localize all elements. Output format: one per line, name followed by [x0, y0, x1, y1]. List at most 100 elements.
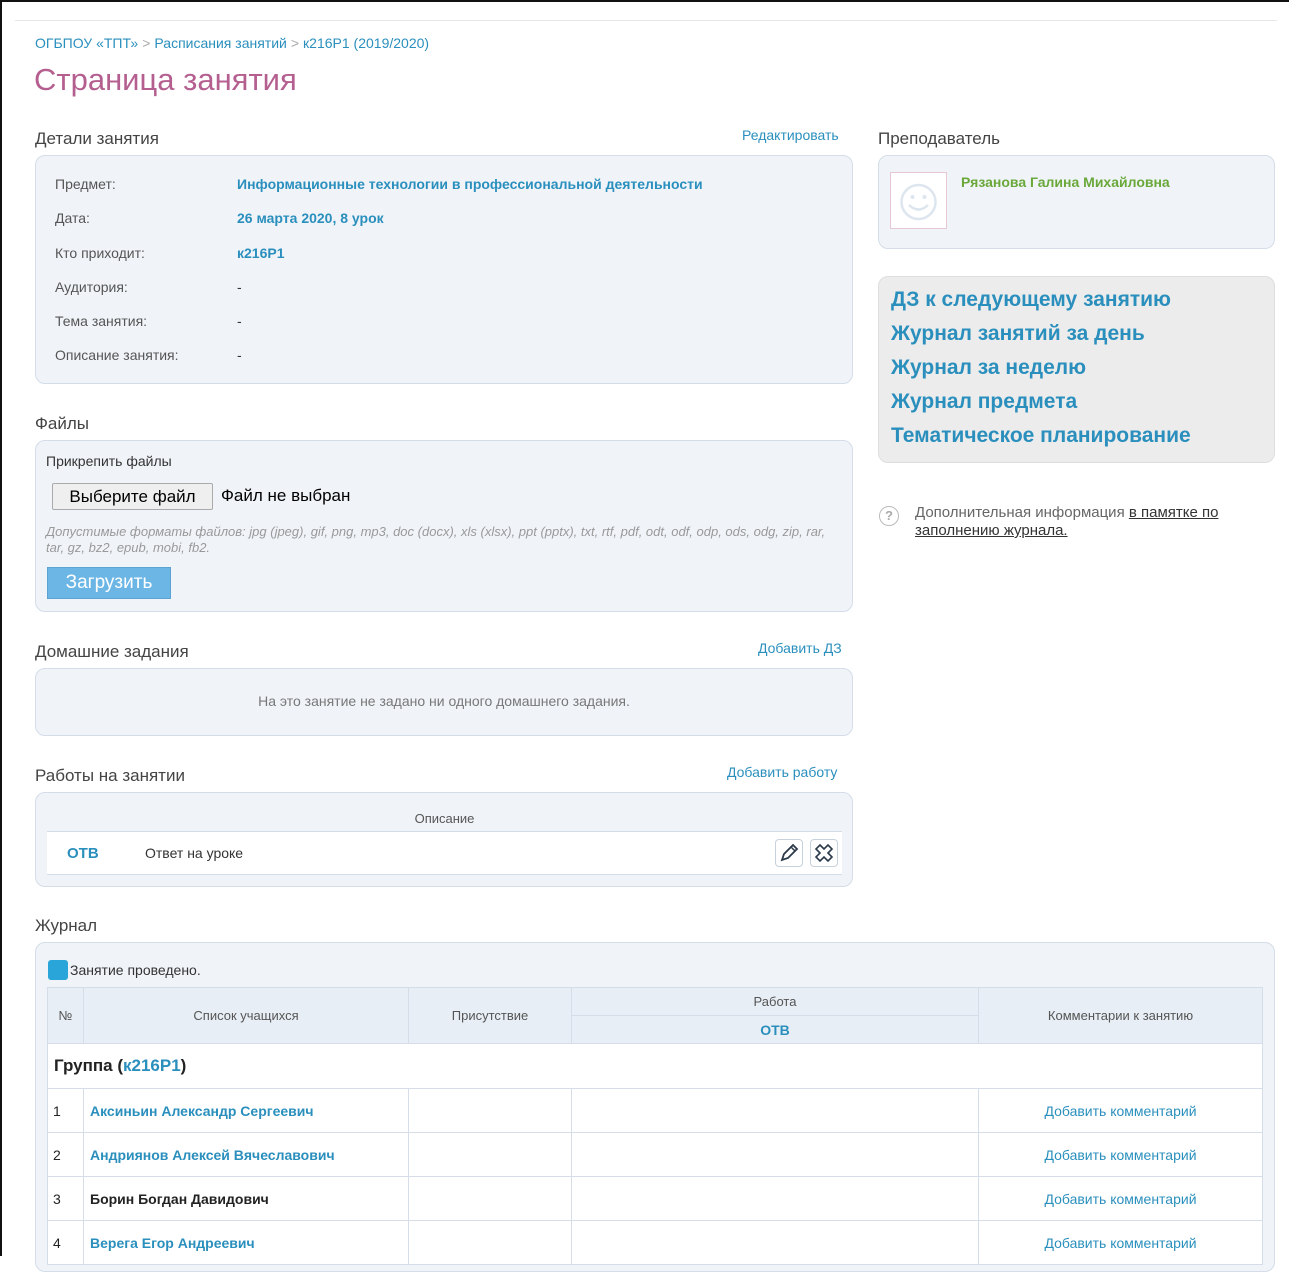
attach-files-label: Прикрепить файлы: [46, 453, 172, 469]
details-section-title: Детали занятия: [35, 129, 159, 148]
student-name-cell: Борин Богдан Давидович: [83, 1176, 409, 1221]
week-journal-link[interactable]: Журнал за неделю: [891, 351, 1191, 385]
col-work-code[interactable]: ОТВ: [571, 1015, 979, 1044]
group-label: Группа (к216Р1): [47, 1043, 1263, 1089]
help-icon: ?: [879, 506, 899, 526]
work-cell[interactable]: [571, 1088, 979, 1133]
edit-link[interactable]: Редактировать: [742, 127, 839, 143]
student-num: 4: [47, 1220, 84, 1265]
add-comment-link[interactable]: Добавить комментарий: [1044, 1191, 1196, 1207]
works-section-title: Работы на занятии: [35, 766, 185, 785]
col-presence: Присутствие: [408, 987, 572, 1044]
quick-links: ДЗ к следующему занятию Журнал занятий з…: [891, 283, 1191, 453]
work-actions: [757, 831, 842, 875]
teacher-section-title: Преподаватель: [878, 129, 1000, 148]
thematic-planning-link[interactable]: Тематическое планирование: [891, 419, 1191, 453]
top-bar: [15, 2, 1277, 21]
group-suffix: ): [180, 1056, 187, 1075]
add-comment-link[interactable]: Добавить комментарий: [1044, 1103, 1196, 1119]
presence-cell[interactable]: [408, 1176, 572, 1221]
day-journal-link[interactable]: Журнал занятий за день: [891, 317, 1191, 351]
journal-header-row: № Список учащихся Присутствие Работа Ком…: [47, 987, 1263, 1044]
edit-pencil-icon[interactable]: [775, 839, 804, 867]
table-row: 3 Борин Богдан Давидович Добавить коммен…: [47, 1176, 1263, 1221]
details-value: -: [237, 279, 242, 295]
subject-journal-link[interactable]: Журнал предмета: [891, 385, 1191, 419]
journal-section-title: Журнал: [35, 916, 98, 935]
comment-cell: Добавить комментарий: [978, 1220, 1263, 1265]
breadcrumb-separator: >: [290, 35, 300, 51]
page-title: Страница занятия: [34, 62, 297, 97]
works-table: Описание ОТВ Ответ на уроке: [47, 805, 842, 875]
details-label: Аудитория:: [55, 279, 128, 295]
teacher-name-link[interactable]: Рязанова Галина Михайловна: [961, 174, 1170, 190]
details-label: Описание занятия:: [55, 347, 179, 363]
works-col-description: Описание: [47, 805, 842, 832]
student-num: 1: [47, 1088, 84, 1133]
add-comment-link[interactable]: Добавить комментарий: [1044, 1147, 1196, 1163]
files-section-title: Файлы: [35, 414, 90, 433]
presence-cell[interactable]: [408, 1088, 572, 1133]
presence-cell[interactable]: [408, 1220, 572, 1265]
student-name-link[interactable]: Аксиньин Александр Сергеевич: [90, 1103, 314, 1119]
student-name-link[interactable]: Верега Егор Андреевич: [90, 1235, 255, 1251]
group-link[interactable]: к216Р1: [123, 1056, 181, 1075]
allowed-formats-text: Допустимые форматы файлов: jpg (jpeg), g…: [46, 524, 826, 555]
table-row: 4 Верега Егор Андреевич Добавить коммент…: [47, 1220, 1263, 1265]
table-row: 2 Андриянов Алексей Вячеславович Добавит…: [47, 1132, 1263, 1177]
comment-cell: Добавить комментарий: [978, 1176, 1263, 1221]
work-cell[interactable]: [571, 1132, 979, 1177]
delete-cross-icon[interactable]: [810, 839, 838, 867]
student-name-link[interactable]: Андриянов Алексей Вячеславович: [90, 1147, 335, 1163]
avatar: [890, 172, 947, 229]
student-num: 3: [47, 1176, 84, 1221]
student-name-cell: Аксиньин Александр Сергеевич: [83, 1088, 409, 1133]
add-work-link[interactable]: Добавить работу: [727, 764, 837, 780]
details-label: Предмет:: [55, 176, 116, 192]
details-label: Кто приходит:: [55, 245, 145, 261]
col-work: Работа: [571, 987, 979, 1016]
group-row: Группа (к216Р1): [47, 1043, 1263, 1089]
breadcrumb-separator: >: [142, 35, 151, 51]
breadcrumb-item-org[interactable]: ОГБПОУ «ТПТ»: [35, 35, 138, 51]
comment-cell: Добавить комментарий: [978, 1088, 1263, 1133]
work-description: Ответ на уроке: [144, 831, 757, 875]
details-value: -: [237, 347, 242, 363]
conducted-checkbox[interactable]: [48, 960, 68, 980]
subject-link[interactable]: Информационные технологии в профессионал…: [237, 176, 703, 192]
col-num: №: [47, 987, 84, 1044]
info-text: Дополнительная информация в памятке по з…: [915, 504, 1275, 540]
work-cell[interactable]: [571, 1176, 979, 1221]
work-code: ОТВ: [47, 831, 144, 875]
student-name: Борин Богдан Давидович: [90, 1190, 269, 1207]
homework-empty-text: На это занятие не задано ни одного домаш…: [258, 693, 630, 709]
col-comments: Комментарии к занятию: [978, 987, 1263, 1044]
presence-cell[interactable]: [408, 1132, 572, 1177]
student-name-cell: Верега Егор Андреевич: [83, 1220, 409, 1265]
work-cell[interactable]: [571, 1220, 979, 1265]
next-homework-link[interactable]: ДЗ к следующему занятию: [891, 283, 1191, 317]
comment-cell: Добавить комментарий: [978, 1132, 1263, 1177]
group-link[interactable]: к216Р1: [237, 245, 285, 261]
smiley-icon: [900, 183, 937, 221]
student-name-cell: Андриянов Алексей Вячеславович: [83, 1132, 409, 1177]
add-comment-link[interactable]: Добавить комментарий: [1044, 1235, 1196, 1251]
works-table-header: Описание: [47, 805, 842, 832]
file-status: Файл не выбран: [221, 486, 351, 505]
homework-section-title: Домашние задания: [35, 642, 189, 661]
work-row: ОТВ Ответ на уроке: [47, 831, 842, 875]
details-label: Дата:: [55, 210, 90, 226]
upload-button[interactable]: Загрузить: [47, 567, 171, 599]
date-link[interactable]: 26 марта 2020, 8 урок: [237, 210, 384, 226]
details-label: Тема занятия:: [55, 313, 148, 329]
breadcrumb-item-schedules[interactable]: Расписания занятий: [154, 35, 286, 51]
table-row: 1 Аксиньин Александр Сергеевич Добавить …: [47, 1088, 1263, 1133]
journal-table: № Список учащихся Присутствие Работа Ком…: [47, 987, 1263, 1265]
choose-file-button[interactable]: Выберите файл: [52, 483, 213, 510]
add-homework-link[interactable]: Добавить ДЗ: [758, 640, 842, 656]
breadcrumb-item-group[interactable]: к216Р1 (2019/2020): [303, 35, 429, 51]
col-students: Список учащихся: [83, 987, 409, 1044]
details-value: -: [237, 313, 242, 329]
group-prefix: Группа (: [54, 1056, 123, 1075]
conducted-label: Занятие проведено.: [70, 962, 201, 978]
